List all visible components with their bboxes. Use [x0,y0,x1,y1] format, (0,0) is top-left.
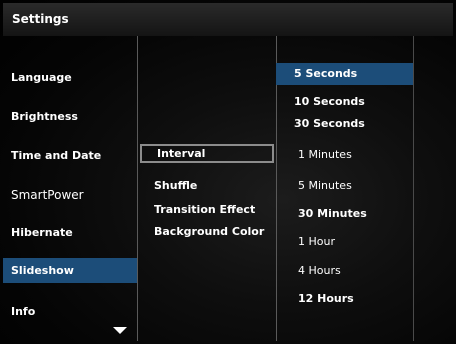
menu-item-time-and-date[interactable]: Time and Date [11,149,101,162]
option-1-hour[interactable]: 1 Hour [298,235,335,248]
option-30-minutes[interactable]: 30 Minutes [298,207,367,220]
submenu-item-shuffle[interactable]: Shuffle [154,179,197,192]
submenu-item-background-color[interactable]: Background Color [154,225,264,238]
option-30-seconds[interactable]: 30 Seconds [294,117,365,130]
option-1-minutes[interactable]: 1 Minutes [298,148,352,161]
chevron-down-icon[interactable] [113,327,127,334]
menu-item-language[interactable]: Language [11,71,72,84]
slideshow-submenu: Interval Shuffle Transition Effect Backg… [137,36,277,341]
menu-item-hibernate[interactable]: Hibernate [11,226,73,239]
menu-item-brightness[interactable]: Brightness [11,110,78,123]
interval-options: 5 Seconds 10 Seconds 30 Seconds 1 Minute… [276,36,413,341]
option-5-minutes[interactable]: 5 Minutes [298,179,352,192]
option-10-seconds[interactable]: 10 Seconds [294,95,365,108]
empty-panel [413,36,454,341]
menu-item-info[interactable]: Info [11,305,35,318]
submenu-item-transition-effect[interactable]: Transition Effect [154,203,255,216]
option-5-seconds[interactable]: 5 Seconds [276,63,413,85]
main-menu: Language Brightness Time and Date SmartP… [3,36,137,341]
menu-item-slideshow[interactable]: Slideshow [3,258,137,283]
option-4-hours[interactable]: 4 Hours [298,264,341,277]
option-12-hours[interactable]: 12 Hours [298,292,354,305]
settings-screen: Settings Language Brightness Time and Da… [0,0,456,344]
page-title: Settings [12,12,69,26]
submenu-item-interval[interactable]: Interval [140,144,274,163]
title-bar: Settings [3,3,453,36]
menu-item-smartpower[interactable]: SmartPower [11,188,84,202]
